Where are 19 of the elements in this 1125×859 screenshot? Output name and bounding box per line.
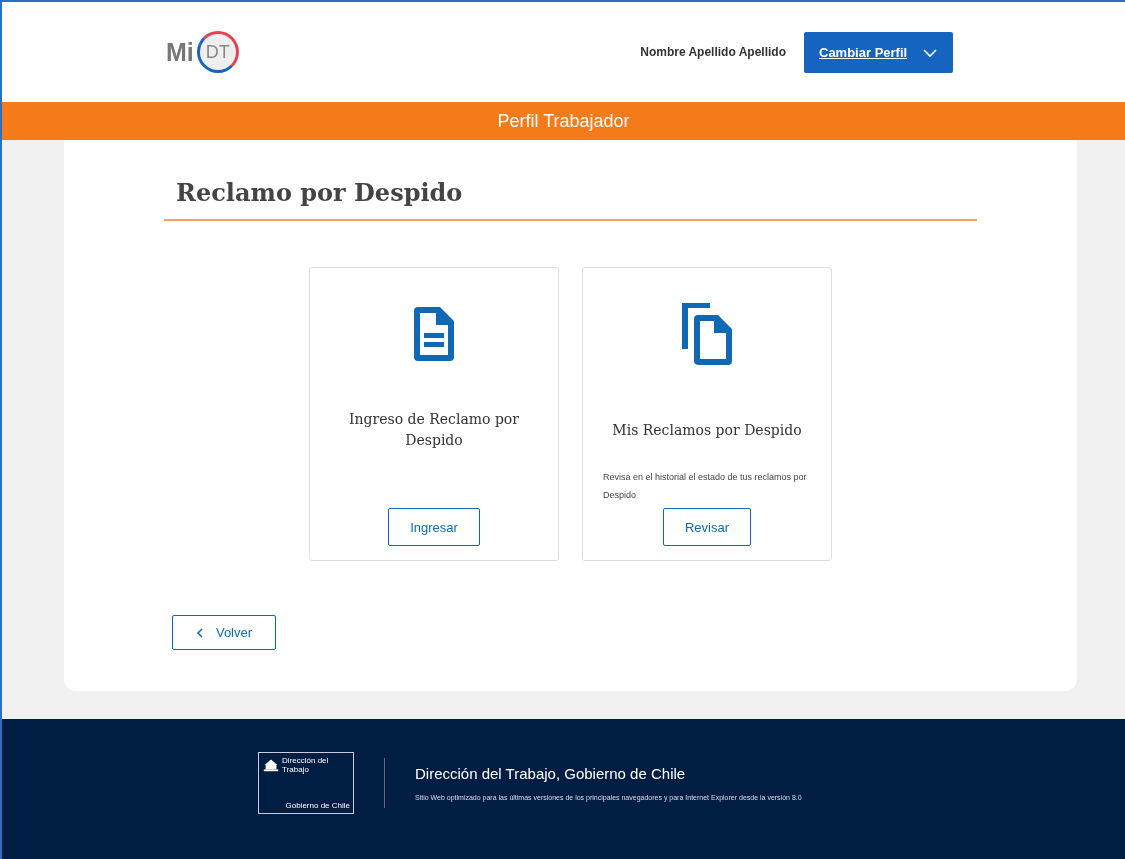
card-title: Ingreso de Reclamo por Despido xyxy=(348,410,520,450)
document-icon xyxy=(412,305,456,363)
logo-badge: DT xyxy=(196,31,239,73)
user-name: Nombre Apellido Apellido xyxy=(640,45,786,59)
page-title: Reclamo por Despido xyxy=(176,178,464,207)
copy-documents-icon xyxy=(680,301,734,367)
card-description: Revisa en el historial el estado de tus reclamos por Despido xyxy=(603,471,808,502)
profile-button[interactable]: Cambiar Perfil xyxy=(804,31,953,73)
footer-logo-text: Gobierno de Chile xyxy=(285,801,350,810)
chevron-down-icon xyxy=(922,46,938,58)
logo-text: Mi xyxy=(166,37,194,67)
card-button[interactable]: Ingresar xyxy=(388,508,480,546)
card-title: Mis Reclamos por Despido xyxy=(612,420,802,440)
footer-title: Dirección del Trabajo, Gobierno de Chile xyxy=(415,765,687,782)
back-button[interactable]: Volver xyxy=(172,615,276,650)
footer-logo-text: Dirección del Trabajo xyxy=(282,756,330,774)
card-button[interactable]: Revisar xyxy=(662,508,752,546)
chevron-left-icon xyxy=(195,627,204,638)
profile-title: Perfil Trabajador xyxy=(497,110,630,132)
